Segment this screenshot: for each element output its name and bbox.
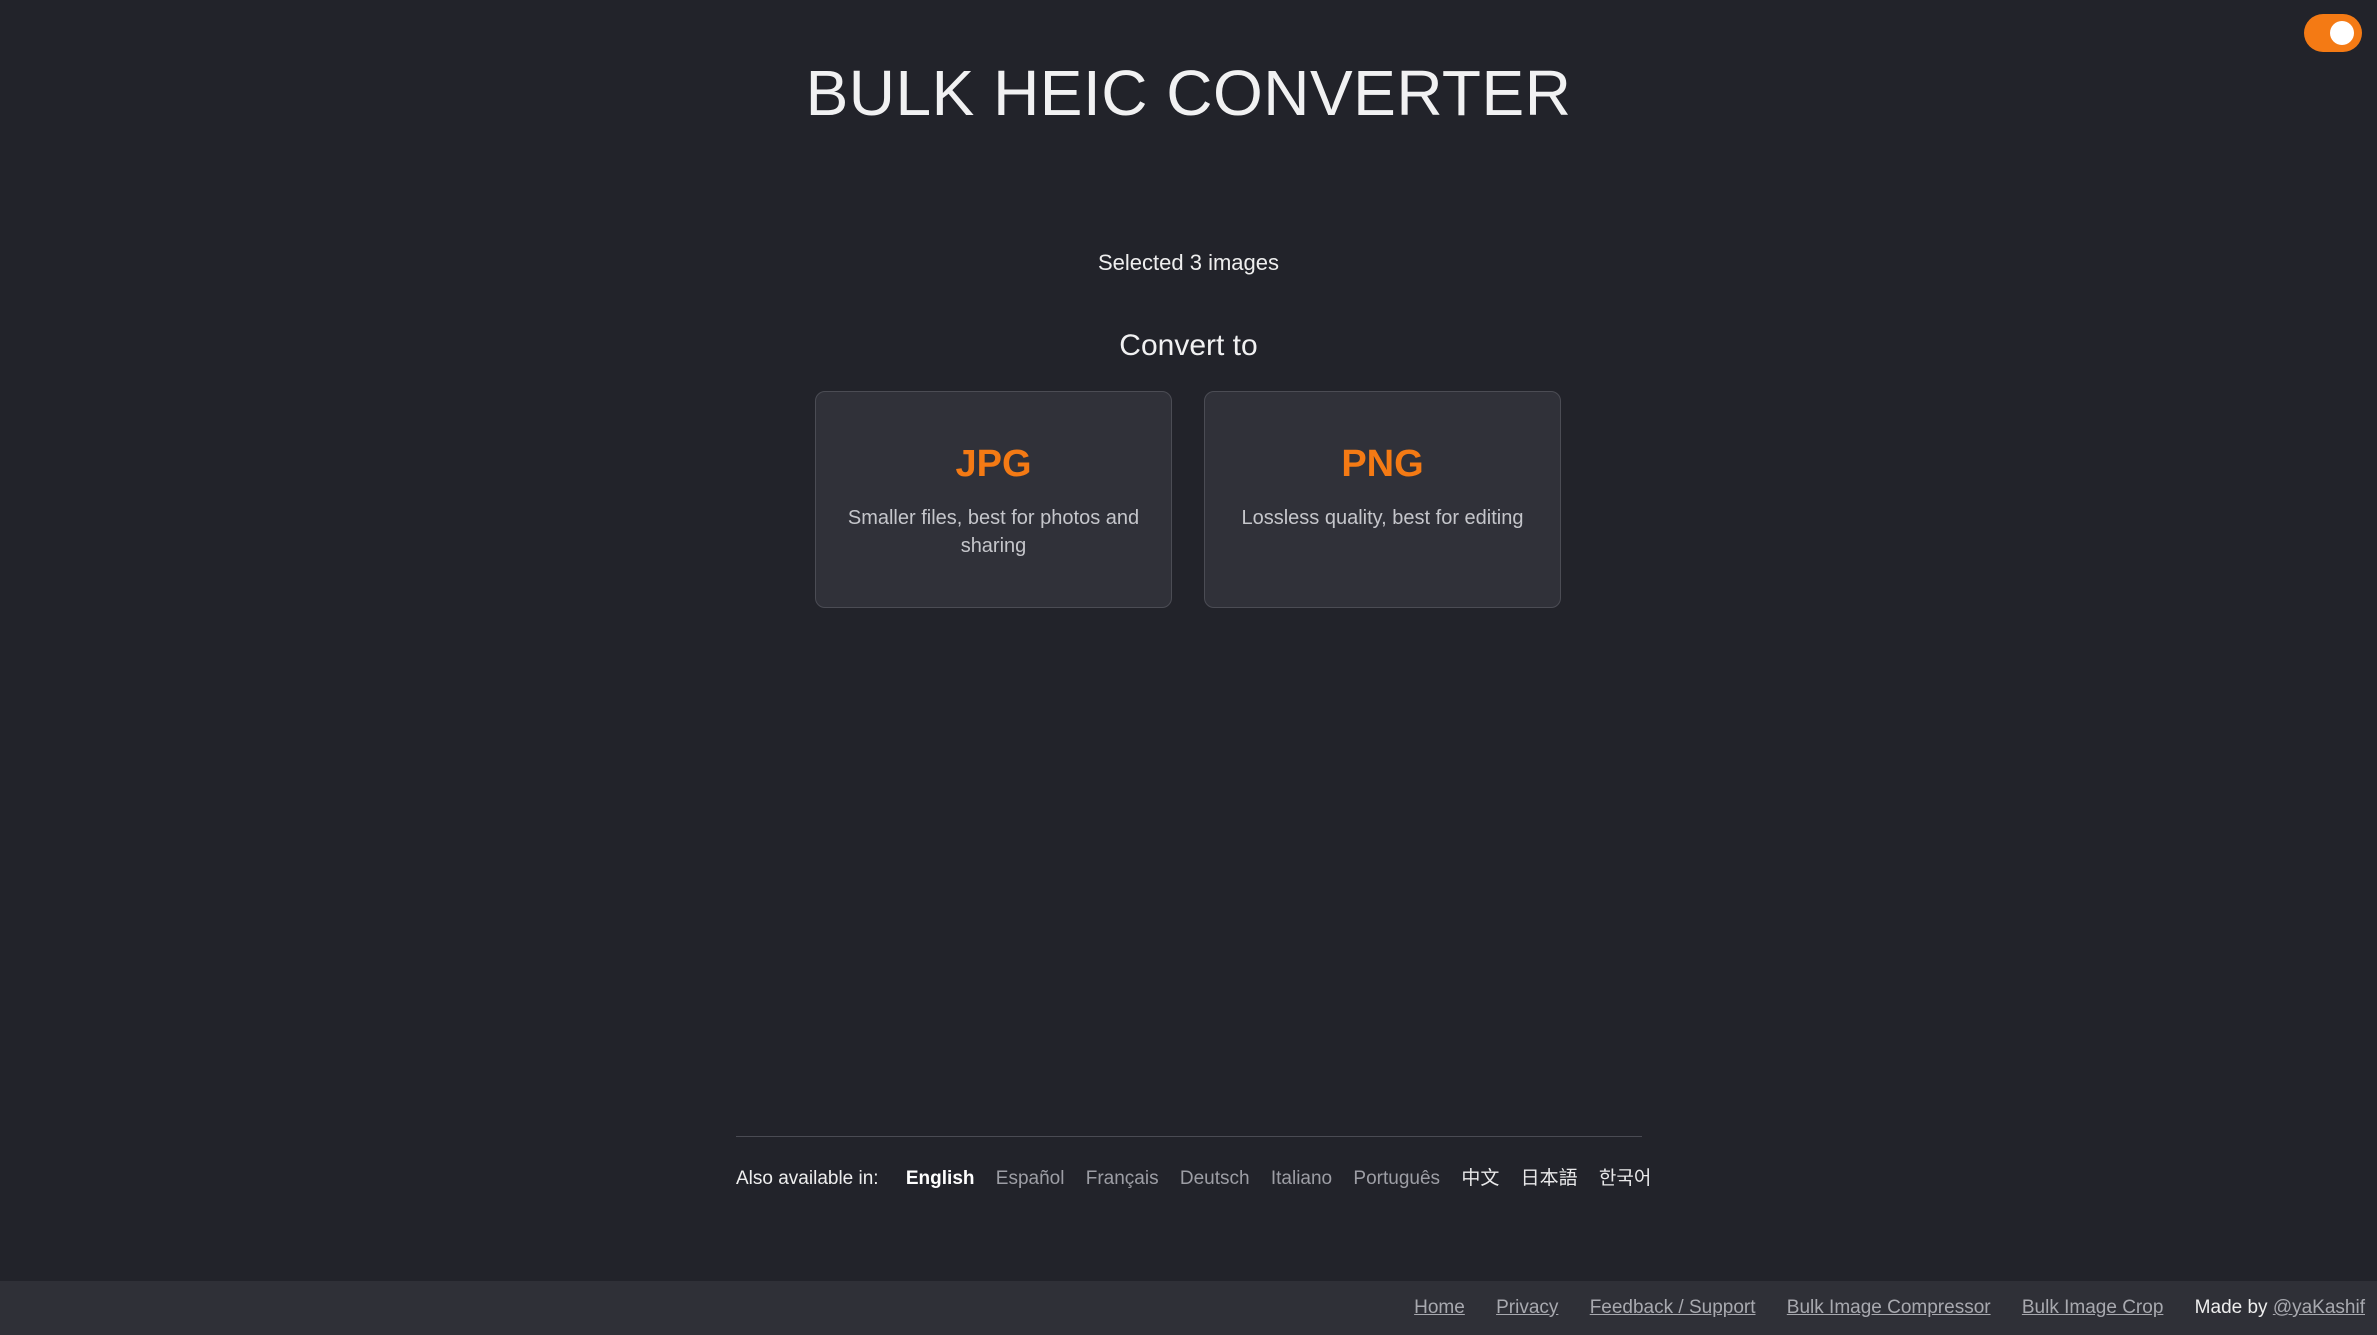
language-link-japanese[interactable]: 日本語 — [1521, 1168, 1578, 1189]
jpg-option-card[interactable]: JPG Smaller files, best for photos and s… — [815, 391, 1172, 608]
footer-link-bulk-image-crop[interactable]: Bulk Image Crop — [2022, 1297, 2164, 1318]
page-title: BULK HEIC CONVERTER — [805, 57, 1572, 129]
language-link-portugues[interactable]: Português — [1353, 1168, 1440, 1189]
language-link-deutsch[interactable]: Deutsch — [1180, 1168, 1250, 1189]
footer-links: Home Privacy Feedback / Support Bulk Ima… — [1388, 1297, 2365, 1319]
language-link-espanol[interactable]: Español — [996, 1168, 1065, 1189]
made-by-text: Made by @yaKashif — [2195, 1297, 2365, 1318]
language-link-korean[interactable]: 한국어 — [1599, 1168, 1651, 1189]
footer-divider — [736, 1136, 1642, 1137]
language-link-chinese[interactable]: 中文 — [1461, 1168, 1499, 1189]
footer-link-feedback[interactable]: Feedback / Support — [1590, 1297, 1756, 1318]
footer-link-privacy[interactable]: Privacy — [1496, 1297, 1558, 1318]
jpg-format-label: JPG — [955, 443, 1032, 485]
footer-link-home[interactable]: Home — [1414, 1297, 1465, 1318]
made-by-label: Made by — [2194, 1297, 2273, 1318]
language-lead-label: Also available in: — [736, 1168, 879, 1189]
footer-bar: Home Privacy Feedback / Support Bulk Ima… — [0, 1281, 2377, 1335]
language-link-francais[interactable]: Français — [1086, 1168, 1159, 1189]
convert-to-label: Convert to — [1119, 329, 1258, 362]
jpg-format-description: Smaller files, best for photos and shari… — [847, 506, 1140, 557]
format-options: JPG Smaller files, best for photos and s… — [815, 391, 1565, 610]
page: BULK HEIC CONVERTER Selected 3 images Co… — [0, 0, 2377, 1335]
author-link[interactable]: @yaKashif — [2273, 1297, 2365, 1318]
language-link-english[interactable]: English — [906, 1168, 975, 1189]
language-link-italiano[interactable]: Italiano — [1271, 1168, 1332, 1189]
language-switcher: Also available in: English Español Franç… — [736, 1163, 1651, 1190]
png-format-description: Lossless quality, best for editing — [1241, 506, 1524, 529]
toggle-knob — [2330, 21, 2354, 45]
png-format-label: PNG — [1341, 443, 1424, 485]
png-option-card[interactable]: PNG Lossless quality, best for editing — [1204, 391, 1561, 608]
theme-toggle[interactable] — [2304, 14, 2362, 52]
footer-link-bulk-image-compressor[interactable]: Bulk Image Compressor — [1787, 1297, 1991, 1318]
selected-count-text: Selected 3 images — [1098, 250, 1279, 275]
